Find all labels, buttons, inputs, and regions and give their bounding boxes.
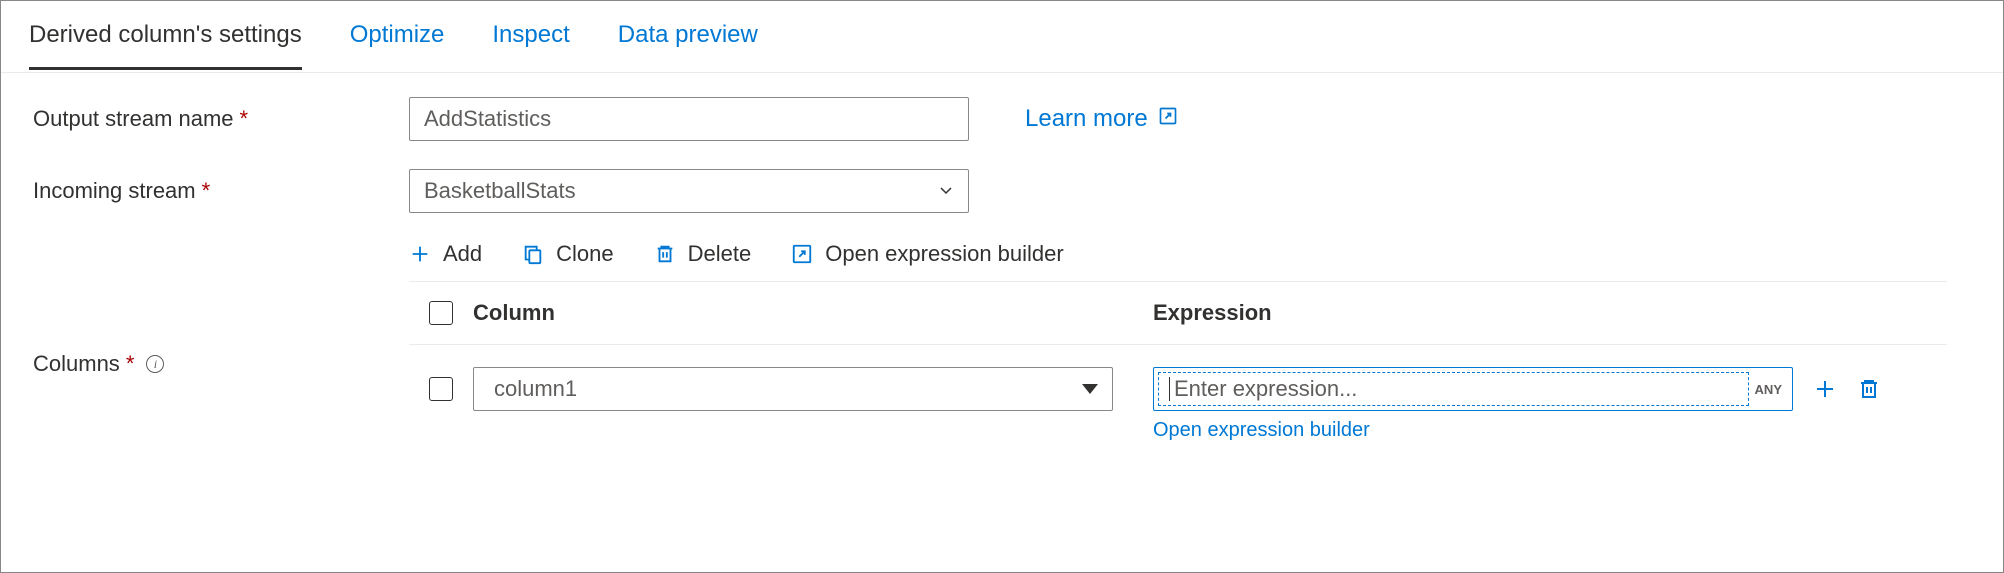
clone-button[interactable]: Clone (522, 241, 613, 267)
output-stream-label-text: Output stream name (33, 106, 234, 132)
required-asterisk: * (240, 106, 249, 132)
incoming-stream-row: Incoming stream * BasketballStats (33, 169, 1975, 213)
delete-row-button[interactable] (1855, 375, 1883, 403)
row-actions (1811, 375, 1883, 403)
expression-input[interactable]: Enter expression... ANY (1153, 367, 1793, 411)
text-cursor (1169, 377, 1170, 401)
open-external-icon (791, 243, 813, 265)
expression-placeholder: Enter expression... (1174, 376, 1357, 402)
table-row: column1 Enter expression... ANY (409, 345, 1947, 442)
add-label: Add (443, 241, 482, 267)
expression-header: Expression (1153, 300, 1947, 326)
plus-icon (409, 243, 431, 265)
row-checkbox[interactable] (429, 377, 453, 401)
column-name-dropdown[interactable]: column1 (473, 367, 1113, 411)
info-icon[interactable]: i (146, 355, 164, 373)
tab-inspect[interactable]: Inspect (492, 5, 569, 69)
column-header: Column (473, 300, 1153, 326)
derived-column-settings-panel: Derived column's settings Optimize Inspe… (0, 0, 2004, 573)
incoming-stream-value: BasketballStats (424, 178, 576, 204)
columns-toolbar: Add Clone Delete Open expression builder (409, 241, 1975, 267)
incoming-stream-label-text: Incoming stream (33, 178, 196, 204)
output-stream-label: Output stream name * (33, 106, 409, 132)
tab-optimize[interactable]: Optimize (350, 5, 445, 69)
caret-down-icon (1082, 384, 1098, 394)
open-builder-label: Open expression builder (825, 241, 1063, 267)
clone-icon (522, 243, 544, 265)
open-external-icon (1158, 105, 1178, 133)
learn-more-link[interactable]: Learn more (1025, 105, 1178, 133)
columns-label-text: Columns (33, 351, 120, 377)
delete-button[interactable]: Delete (654, 241, 752, 267)
columns-table: Column Expression column1 (409, 281, 1947, 442)
type-badge: ANY (1749, 382, 1788, 397)
incoming-stream-select[interactable]: BasketballStats (409, 169, 969, 213)
clone-label: Clone (556, 241, 613, 267)
output-stream-row: Output stream name * Learn more (33, 97, 1975, 141)
select-all-checkbox[interactable] (429, 301, 453, 325)
learn-more-text: Learn more (1025, 105, 1148, 133)
chevron-down-icon (938, 178, 954, 204)
add-row-button[interactable] (1811, 375, 1839, 403)
required-asterisk: * (202, 178, 211, 204)
open-expression-builder-button[interactable]: Open expression builder (791, 241, 1063, 267)
settings-body: Output stream name * Learn more Incoming… (1, 73, 2003, 442)
open-expression-builder-link[interactable]: Open expression builder (1153, 419, 1947, 442)
columns-label: Columns * i (33, 351, 409, 377)
trash-icon (654, 243, 676, 265)
tab-data-preview[interactable]: Data preview (618, 5, 758, 69)
output-stream-input[interactable] (409, 97, 969, 141)
column-name-value: column1 (494, 376, 577, 402)
tab-derived-column-settings[interactable]: Derived column's settings (29, 5, 302, 69)
tabs-bar: Derived column's settings Optimize Inspe… (1, 1, 2003, 73)
incoming-stream-label: Incoming stream * (33, 178, 409, 204)
required-asterisk: * (126, 351, 135, 377)
columns-table-header: Column Expression (409, 281, 1947, 345)
add-button[interactable]: Add (409, 241, 482, 267)
delete-label: Delete (688, 241, 752, 267)
